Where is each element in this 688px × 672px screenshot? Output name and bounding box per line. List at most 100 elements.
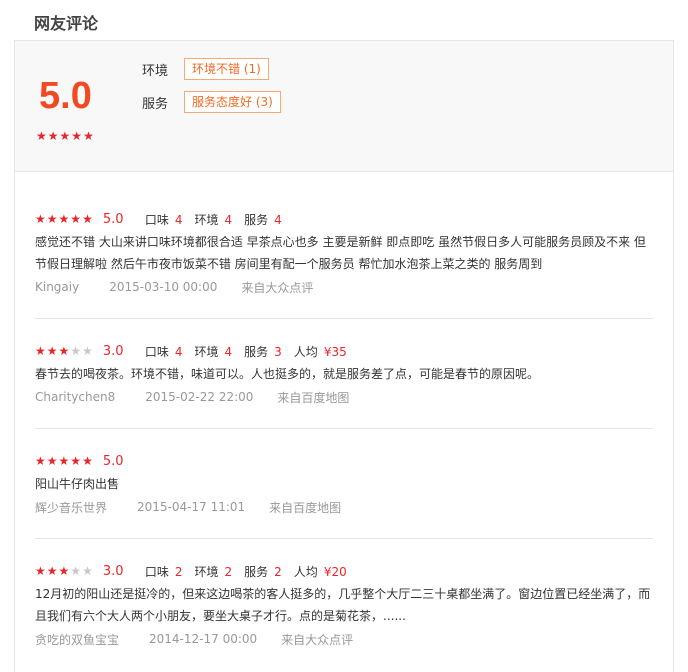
tag-row-environment: 环境 环境不错 (1): [142, 58, 269, 80]
review-source: 来自大众点评: [241, 280, 314, 295]
tag-row-service: 服务 服务态度好 (3): [142, 91, 281, 113]
sub-rating: 口味 2: [145, 563, 183, 580]
review-time: 2015-03-10 00:00: [109, 280, 218, 294]
review-rating-line: ★ ★ ★ ★ ★ 5.0: [35, 451, 653, 471]
overall-stars: ★ ★ ★ ★ ★: [36, 130, 94, 142]
sub-rating-label: 环境: [194, 564, 219, 579]
sub-rating-label: 口味: [144, 344, 169, 359]
review-item: ★ ★ ★ ★ ★ 3.0 口味 4 环境 4 服务 3 人均 ¥35 春节去的喝夜茶。环境不错，味道可以。…: [35, 341, 653, 407]
sub-rating: 环境 4: [194, 211, 232, 228]
review-score: 5.0: [102, 453, 124, 469]
review-rating-line: ★ ★ ★ ★ ★ 3.0 口味 2 环境 2 服务 2 人均 ¥20: [35, 561, 653, 581]
star-filled-icon: ★: [58, 212, 70, 226]
review-user[interactable]: 贪吃的双鱼宝宝: [35, 631, 119, 648]
review-meta: 辉少音乐世界 2015-04-17 11:01 来自百度地图: [35, 497, 653, 517]
star-filled-icon: ★: [46, 454, 58, 468]
star-empty-icon: ★: [70, 344, 82, 358]
sub-rating: 服务 3: [244, 343, 282, 360]
review-source: 来自百度地图: [269, 500, 342, 515]
sub-rating: 服务 2: [244, 563, 282, 580]
review-content: 感觉还不错 大山来讲口味环境都很合适 早茶点心也多 主要是新鲜 即点即吃 虽然节…: [35, 231, 653, 275]
star-filled-icon: ★: [82, 454, 93, 468]
review-score: 5.0: [102, 211, 124, 227]
sub-rating: 人均 ¥20: [294, 563, 347, 580]
star-filled-icon: ★: [58, 454, 70, 468]
star-filled-icon: ★: [35, 344, 46, 358]
review-content-line: 节假日理解啦 然后午市夜市饭菜不错 房间里有配一个服务员 帮忙加水泡茶上菜之类的…: [35, 257, 543, 271]
sub-rating: 服务 4: [244, 211, 282, 228]
sub-rating-value: ¥35: [323, 344, 347, 359]
review-content-line: 12月初的阳山还是挺冷的，但来这边喝茶的客人挺多的，几乎整个大厅二三十桌都坐满了…: [35, 587, 651, 601]
sub-rating: 环境 2: [194, 563, 232, 580]
overall-score: 5.0: [39, 75, 92, 117]
sub-rating-value: 4: [174, 344, 183, 359]
star-filled-icon: ★: [71, 129, 83, 143]
section-title: 网友评论: [34, 14, 99, 33]
review-content-line: 春节去的喝夜茶。环境不错，味道可以。人也挺多的，就是服务差了点，可能是春节的原因…: [35, 367, 540, 381]
review-meta: 贪吃的双鱼宝宝 2014-12-17 00:00 来自大众点评: [35, 629, 653, 649]
sub-rating-value: 4: [274, 212, 282, 227]
review-stars: ★ ★ ★ ★ ★: [35, 345, 93, 357]
review-divider: [35, 428, 653, 429]
star-empty-icon: ★: [70, 564, 82, 578]
tag-service-good[interactable]: 服务态度好 (3): [184, 91, 281, 113]
tag-label: 环境: [142, 63, 169, 79]
sub-rating-label: 人均: [293, 344, 318, 359]
sub-rating-value: 2: [224, 564, 233, 579]
star-filled-icon: ★: [83, 129, 94, 143]
sub-rating-value: 4: [174, 212, 183, 227]
review-divider: [35, 318, 653, 319]
star-filled-icon: ★: [36, 129, 47, 143]
star-filled-icon: ★: [70, 454, 82, 468]
review-content-line: 感觉还不错 大山来讲口味环境都很合适 早茶点心也多 主要是新鲜 即点即吃 虽然节…: [35, 235, 646, 249]
review-rating-line: ★ ★ ★ ★ ★ 3.0 口味 4 环境 4 服务 3 人均 ¥35: [35, 341, 653, 361]
review-source: 来自百度地图: [277, 390, 350, 405]
sub-rating-label: 环境: [194, 212, 219, 227]
review-meta: Kingaiy 2015-03-10 00:00 来自大众点评: [35, 277, 653, 297]
tag-environment-good[interactable]: 环境不错 (1): [184, 58, 269, 80]
star-filled-icon: ★: [46, 564, 58, 578]
review-rating-line: ★ ★ ★ ★ ★ 5.0 口味 4 环境 4 服务 4: [35, 209, 653, 229]
star-filled-icon: ★: [35, 454, 46, 468]
sub-rating-value: ¥20: [323, 564, 347, 579]
review-content-line: 且我们有六个大人两个小朋友，要坐大桌子才行。点的是菊花茶，......: [35, 609, 406, 623]
sub-rating-value: 2: [274, 564, 282, 579]
review-content: 春节去的喝夜茶。环境不错，味道可以。人也挺多的，就是服务差了点，可能是春节的原因…: [35, 363, 653, 385]
review-content: 12月初的阳山还是挺冷的，但来这边喝茶的客人挺多的，几乎整个大厅二三十桌都坐满了…: [35, 583, 653, 627]
review-divider: [35, 538, 653, 539]
sub-rating-label: 人均: [293, 564, 318, 579]
tag-label: 服务: [142, 96, 169, 112]
sub-rating: 口味 4: [145, 343, 183, 360]
review-score: 3.0: [102, 343, 124, 359]
review-content: 阳山牛仔肉出售: [35, 473, 653, 495]
sub-rating: 人均 ¥35: [294, 343, 347, 360]
star-filled-icon: ★: [35, 212, 46, 226]
review-user[interactable]: 辉少音乐世界: [35, 499, 107, 516]
sub-rating: 口味 4: [145, 211, 183, 228]
review-stars: ★ ★ ★ ★ ★: [35, 455, 93, 467]
review-meta: Charitychen8 2015-02-22 22:00 来自百度地图: [35, 387, 653, 407]
review-source: 来自大众点评: [281, 632, 354, 647]
rating-summary: 5.0 ★ ★ ★ ★ ★ 环境 环境不错 (1) 服务 服务态度好 (3): [15, 41, 673, 172]
review-time: 2015-04-17 11:01: [137, 500, 246, 514]
star-empty-icon: ★: [82, 344, 93, 358]
review-user[interactable]: Charitychen8: [35, 390, 115, 404]
reviews-panel: 5.0 ★ ★ ★ ★ ★ 环境 环境不错 (1) 服务 服务态度好 (3) ★ ★ ★ ★ ★…: [14, 40, 674, 672]
star-filled-icon: ★: [35, 564, 46, 578]
review-item: ★ ★ ★ ★ ★ 3.0 口味 2 环境 2 服务 2 人均 ¥20 12月初的阳山还是挺冷的，但来这边喝…: [35, 561, 653, 649]
sub-rating-label: 服务: [244, 212, 269, 227]
sub-rating-value: 3: [274, 344, 282, 359]
star-filled-icon: ★: [58, 564, 70, 578]
review-user[interactable]: Kingaiy: [35, 280, 79, 294]
sub-rating-value: 2: [174, 564, 183, 579]
review-item: ★ ★ ★ ★ ★ 5.0 阳山牛仔肉出售 辉少音乐世界 2015-04-17 11:01 来自百…: [35, 451, 653, 517]
star-filled-icon: ★: [58, 344, 70, 358]
star-filled-icon: ★: [47, 129, 59, 143]
review-item: ★ ★ ★ ★ ★ 5.0 口味 4 环境 4 服务 4 感觉还不错 大山来讲口味环境都很合适 早茶点心…: [35, 209, 653, 297]
sub-rating-label: 服务: [244, 564, 269, 579]
sub-rating-label: 环境: [194, 344, 219, 359]
star-filled-icon: ★: [70, 212, 82, 226]
sub-rating-value: 4: [224, 212, 233, 227]
sub-rating: 环境 4: [194, 343, 232, 360]
star-filled-icon: ★: [59, 129, 71, 143]
